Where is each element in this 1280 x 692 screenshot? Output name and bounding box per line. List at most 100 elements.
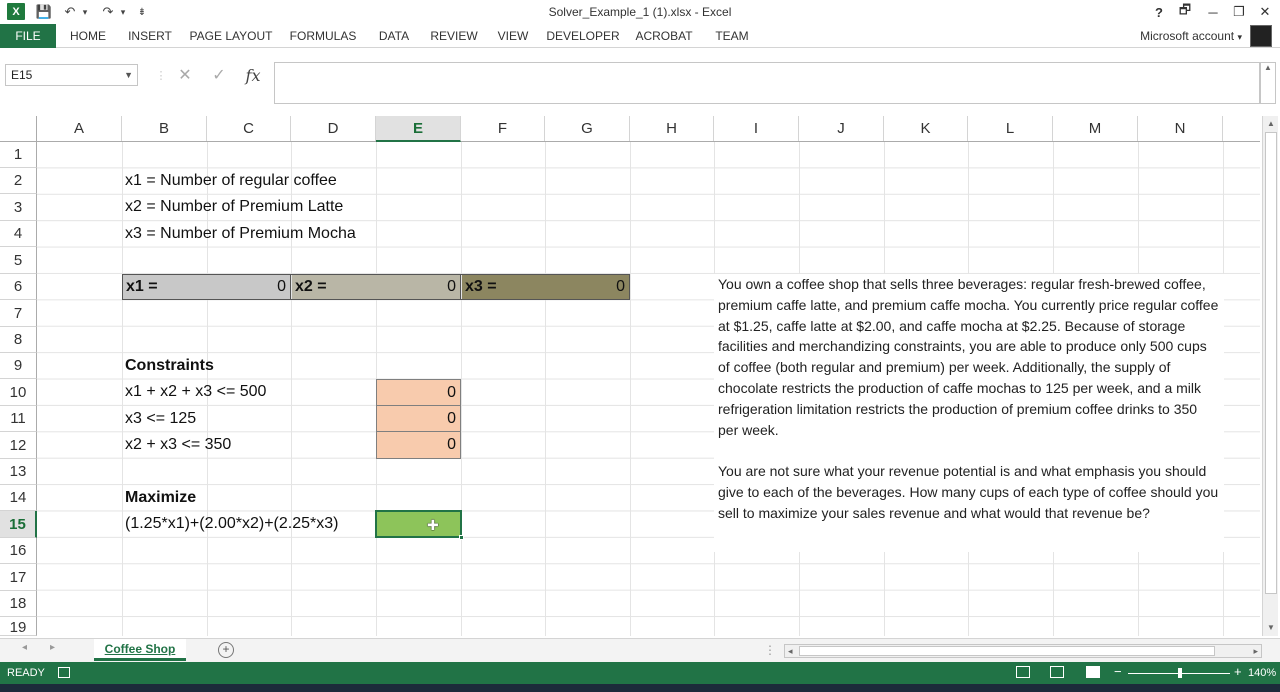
vertical-scroll-thumb[interactable] (1265, 132, 1277, 594)
tab-insert[interactable]: INSERT (122, 24, 178, 48)
horizontal-scroll-thumb[interactable] (799, 646, 1215, 656)
zoom-level[interactable]: 140% (1248, 662, 1276, 684)
sheet-prev-icon[interactable]: ◂ (22, 642, 27, 653)
formula-input[interactable] (274, 62, 1260, 104)
tab-developer[interactable]: DEVELOPER (546, 24, 620, 48)
column-header-i[interactable]: I (714, 116, 799, 141)
minimize-button[interactable]: ─ (1200, 2, 1226, 22)
help-button[interactable]: ? (1146, 2, 1172, 22)
column-header-m[interactable]: M (1053, 116, 1138, 141)
tab-acrobat[interactable]: ACROBAT (632, 24, 696, 48)
tab-formulas[interactable]: FORMULAS (286, 24, 360, 48)
cell-b9[interactable]: Constraints (122, 353, 217, 379)
row-header-15[interactable]: 15 (0, 511, 37, 538)
cell-b3[interactable]: x2 = Number of Premium Latte (122, 194, 346, 220)
column-header-l[interactable]: L (968, 116, 1053, 141)
macro-record-icon[interactable] (58, 667, 70, 678)
row-header-11[interactable]: 11 (0, 406, 37, 432)
cell-b15[interactable]: (1.25*x1)+(2.00*x2)+(2.25*x3) (122, 511, 341, 537)
column-header-g[interactable]: G (545, 116, 630, 141)
cell-e12[interactable]: 0 (376, 431, 461, 459)
row-header-3[interactable]: 3 (0, 194, 37, 221)
chevron-down-icon[interactable]: ▼ (124, 65, 133, 85)
tab-team[interactable]: TEAM (708, 24, 756, 48)
name-box[interactable]: E15 ▼ (5, 64, 138, 86)
cell-e15[interactable]: ✚ (375, 510, 464, 540)
column-header-e[interactable]: E (376, 116, 461, 142)
column-header-k[interactable]: K (884, 116, 968, 141)
enter-icon[interactable]: ✓ (208, 64, 230, 86)
account-button[interactable]: Microsoft account ▾ (1140, 24, 1242, 48)
cell-b11[interactable]: x3 <= 125 (122, 406, 199, 432)
column-header-d[interactable]: D (291, 116, 376, 141)
tab-data[interactable]: DATA (370, 24, 418, 48)
tab-home[interactable]: HOME (62, 24, 114, 48)
column-header-f[interactable]: F (461, 116, 545, 141)
cell-c6[interactable]: 0 (207, 275, 291, 299)
row-header-6[interactable]: 6 (0, 274, 37, 300)
page-break-view-icon[interactable] (1086, 666, 1100, 678)
scroll-right-icon[interactable]: ▸ (1253, 646, 1258, 657)
cell-d6[interactable]: x2 = (292, 275, 376, 299)
column-header-n[interactable]: N (1138, 116, 1223, 141)
zoom-out-button[interactable]: − (1114, 661, 1122, 683)
cell-b10[interactable]: x1 + x2 + x3 <= 500 (122, 379, 269, 405)
vertical-scrollbar[interactable]: ▲ ▼ (1262, 116, 1278, 636)
cell-f6[interactable]: x3 = (462, 275, 545, 299)
cell-g6[interactable]: 0 (545, 275, 629, 299)
tab-file[interactable]: FILE (0, 24, 56, 48)
insert-function-icon[interactable]: fx (242, 64, 264, 86)
row-header-12[interactable]: 12 (0, 432, 37, 459)
cancel-icon[interactable]: ✕ (174, 64, 196, 86)
tab-review[interactable]: REVIEW (426, 24, 482, 48)
row-header-1[interactable]: 1 (0, 142, 37, 168)
problem-description-textbox[interactable]: You own a coffee shop that sells three b… (714, 274, 1224, 552)
row-header-18[interactable]: 18 (0, 591, 37, 617)
formula-expand-button[interactable]: ▲ (1260, 62, 1276, 104)
sheet-tab-coffee-shop[interactable]: Coffee Shop (94, 639, 186, 661)
cell-b6[interactable]: x1 = (123, 275, 207, 299)
row-header-14[interactable]: 14 (0, 485, 37, 511)
cell-e6[interactable]: 0 (376, 275, 461, 299)
scroll-up-icon[interactable]: ▲ (1267, 119, 1275, 128)
zoom-slider-thumb[interactable] (1178, 668, 1182, 678)
row-header-4[interactable]: 4 (0, 221, 37, 247)
row-header-9[interactable]: 9 (0, 353, 37, 379)
page-layout-view-icon[interactable] (1050, 666, 1064, 678)
select-all-button[interactable] (0, 116, 37, 141)
close-button[interactable]: ✕ (1252, 2, 1278, 22)
resize-handle-icon[interactable]: ⋮ (150, 64, 172, 86)
row-header-13[interactable]: 13 (0, 459, 37, 485)
row-header-7[interactable]: 7 (0, 300, 37, 327)
add-sheet-icon[interactable]: + (218, 642, 234, 658)
tab-page-layout[interactable]: PAGE LAYOUT (186, 24, 276, 48)
sheet-next-icon[interactable]: ▸ (50, 642, 55, 653)
cell-e11[interactable]: 0 (376, 405, 461, 432)
row-header-16[interactable]: 16 (0, 538, 37, 564)
row-header-10[interactable]: 10 (0, 379, 37, 406)
maximize-button[interactable]: ❐ (1226, 2, 1252, 22)
avatar[interactable] (1250, 25, 1272, 47)
row-header-8[interactable]: 8 (0, 327, 37, 353)
cell-b4[interactable]: x3 = Number of Premium Mocha (122, 221, 359, 247)
scroll-down-icon[interactable]: ▼ (1267, 623, 1275, 632)
zoom-in-button[interactable]: + (1234, 661, 1242, 683)
row-header-19[interactable]: 19 (0, 617, 37, 636)
column-header-j[interactable]: J (799, 116, 884, 141)
tab-view[interactable]: VIEW (492, 24, 534, 48)
cell-b14[interactable]: Maximize (122, 485, 199, 511)
row-header-17[interactable]: 17 (0, 564, 37, 591)
column-header-a[interactable]: A (37, 116, 122, 141)
scroll-left-icon[interactable]: ◂ (788, 646, 793, 657)
column-header-b[interactable]: B (122, 116, 207, 141)
cell-b12[interactable]: x2 + x3 <= 350 (122, 432, 234, 458)
cell-b2[interactable]: x1 = Number of regular coffee (122, 168, 340, 194)
cell-e10[interactable]: 0 (376, 379, 461, 406)
fill-handle[interactable] (459, 535, 464, 540)
normal-view-icon[interactable] (1016, 666, 1030, 678)
ribbon-display-button[interactable]: 🗗 (1172, 2, 1198, 22)
tab-split-handle-icon[interactable]: ⋮ (764, 643, 776, 657)
horizontal-scrollbar[interactable]: ◂ ▸ (784, 644, 1262, 658)
row-header-5[interactable]: 5 (0, 247, 37, 274)
row-header-2[interactable]: 2 (0, 168, 37, 194)
